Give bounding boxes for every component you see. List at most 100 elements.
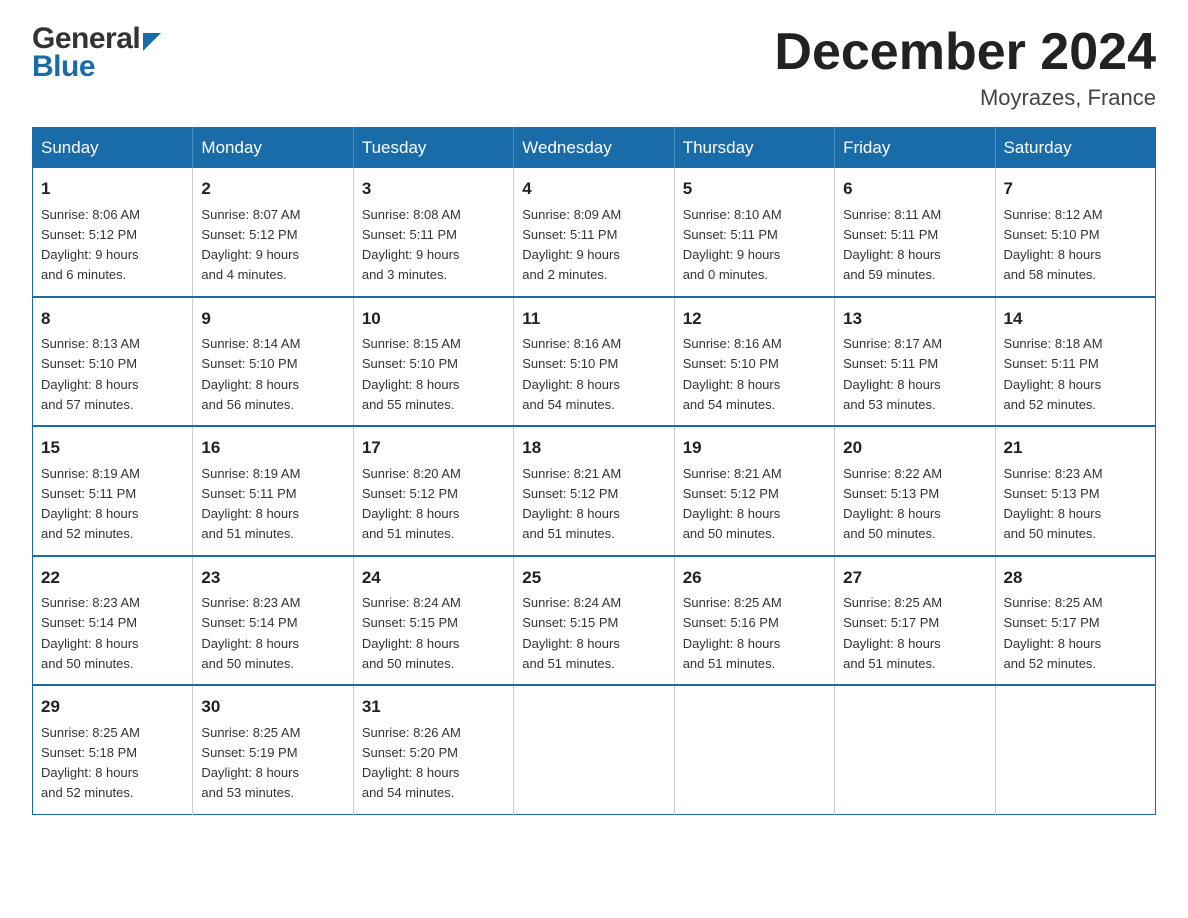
title-section: December 2024 Moyrazes, France [774,24,1156,111]
calendar-cell: 3 Sunrise: 8:08 AMSunset: 5:11 PMDayligh… [353,168,513,297]
day-info: Sunrise: 8:24 AMSunset: 5:15 PMDaylight:… [522,595,621,671]
day-number: 8 [41,306,184,332]
day-number: 28 [1004,565,1147,591]
day-number: 23 [201,565,344,591]
calendar-cell: 28 Sunrise: 8:25 AMSunset: 5:17 PMDaylig… [995,556,1155,686]
calendar-cell: 8 Sunrise: 8:13 AMSunset: 5:10 PMDayligh… [33,297,193,427]
calendar-cell: 1 Sunrise: 8:06 AMSunset: 5:12 PMDayligh… [33,168,193,297]
day-number: 16 [201,435,344,461]
day-info: Sunrise: 8:19 AMSunset: 5:11 PMDaylight:… [201,466,300,542]
day-info: Sunrise: 8:16 AMSunset: 5:10 PMDaylight:… [522,336,621,412]
calendar-cell: 24 Sunrise: 8:24 AMSunset: 5:15 PMDaylig… [353,556,513,686]
day-number: 25 [522,565,665,591]
day-info: Sunrise: 8:16 AMSunset: 5:10 PMDaylight:… [683,336,782,412]
logo-triangle-icon [143,33,161,51]
day-number: 18 [522,435,665,461]
day-number: 31 [362,694,505,720]
calendar-cell: 15 Sunrise: 8:19 AMSunset: 5:11 PMDaylig… [33,426,193,556]
day-number: 19 [683,435,826,461]
location-text: Moyrazes, France [774,85,1156,111]
day-info: Sunrise: 8:23 AMSunset: 5:14 PMDaylight:… [41,595,140,671]
day-info: Sunrise: 8:11 AMSunset: 5:11 PMDaylight:… [843,207,941,283]
logo-blue-text: Blue [32,52,161,82]
day-info: Sunrise: 8:25 AMSunset: 5:16 PMDaylight:… [683,595,782,671]
calendar-cell [835,685,995,814]
header-friday: Friday [835,128,995,169]
month-title: December 2024 [774,24,1156,81]
calendar-week-5: 29 Sunrise: 8:25 AMSunset: 5:18 PMDaylig… [33,685,1156,814]
day-info: Sunrise: 8:14 AMSunset: 5:10 PMDaylight:… [201,336,300,412]
calendar-week-3: 15 Sunrise: 8:19 AMSunset: 5:11 PMDaylig… [33,426,1156,556]
day-info: Sunrise: 8:06 AMSunset: 5:12 PMDaylight:… [41,207,140,283]
day-number: 7 [1004,176,1147,202]
calendar-cell: 23 Sunrise: 8:23 AMSunset: 5:14 PMDaylig… [193,556,353,686]
day-number: 27 [843,565,986,591]
day-info: Sunrise: 8:25 AMSunset: 5:18 PMDaylight:… [41,725,140,801]
calendar-cell: 29 Sunrise: 8:25 AMSunset: 5:18 PMDaylig… [33,685,193,814]
calendar-cell: 9 Sunrise: 8:14 AMSunset: 5:10 PMDayligh… [193,297,353,427]
calendar-cell: 18 Sunrise: 8:21 AMSunset: 5:12 PMDaylig… [514,426,674,556]
day-info: Sunrise: 8:08 AMSunset: 5:11 PMDaylight:… [362,207,461,283]
calendar-cell: 11 Sunrise: 8:16 AMSunset: 5:10 PMDaylig… [514,297,674,427]
day-info: Sunrise: 8:21 AMSunset: 5:12 PMDaylight:… [522,466,621,542]
calendar-cell: 14 Sunrise: 8:18 AMSunset: 5:11 PMDaylig… [995,297,1155,427]
calendar-week-4: 22 Sunrise: 8:23 AMSunset: 5:14 PMDaylig… [33,556,1156,686]
page-header: General Blue December 2024 Moyrazes, Fra… [32,24,1156,111]
calendar-cell: 20 Sunrise: 8:22 AMSunset: 5:13 PMDaylig… [835,426,995,556]
calendar-cell: 27 Sunrise: 8:25 AMSunset: 5:17 PMDaylig… [835,556,995,686]
day-info: Sunrise: 8:19 AMSunset: 5:11 PMDaylight:… [41,466,140,542]
calendar-cell: 12 Sunrise: 8:16 AMSunset: 5:10 PMDaylig… [674,297,834,427]
day-number: 20 [843,435,986,461]
day-info: Sunrise: 8:09 AMSunset: 5:11 PMDaylight:… [522,207,621,283]
calendar-cell: 13 Sunrise: 8:17 AMSunset: 5:11 PMDaylig… [835,297,995,427]
day-info: Sunrise: 8:25 AMSunset: 5:17 PMDaylight:… [843,595,942,671]
calendar-cell: 21 Sunrise: 8:23 AMSunset: 5:13 PMDaylig… [995,426,1155,556]
day-number: 10 [362,306,505,332]
calendar-cell: 22 Sunrise: 8:23 AMSunset: 5:14 PMDaylig… [33,556,193,686]
day-number: 6 [843,176,986,202]
day-number: 14 [1004,306,1147,332]
day-info: Sunrise: 8:07 AMSunset: 5:12 PMDaylight:… [201,207,300,283]
day-info: Sunrise: 8:13 AMSunset: 5:10 PMDaylight:… [41,336,140,412]
header-sunday: Sunday [33,128,193,169]
weekday-header-row: Sunday Monday Tuesday Wednesday Thursday… [33,128,1156,169]
calendar-cell [674,685,834,814]
calendar-cell: 2 Sunrise: 8:07 AMSunset: 5:12 PMDayligh… [193,168,353,297]
calendar-cell: 16 Sunrise: 8:19 AMSunset: 5:11 PMDaylig… [193,426,353,556]
day-number: 12 [683,306,826,332]
calendar-cell [514,685,674,814]
calendar-cell: 30 Sunrise: 8:25 AMSunset: 5:19 PMDaylig… [193,685,353,814]
day-info: Sunrise: 8:26 AMSunset: 5:20 PMDaylight:… [362,725,461,801]
day-number: 17 [362,435,505,461]
day-number: 2 [201,176,344,202]
day-number: 9 [201,306,344,332]
day-info: Sunrise: 8:15 AMSunset: 5:10 PMDaylight:… [362,336,461,412]
calendar-week-2: 8 Sunrise: 8:13 AMSunset: 5:10 PMDayligh… [33,297,1156,427]
day-number: 24 [362,565,505,591]
calendar-cell [995,685,1155,814]
logo: General Blue [32,24,161,82]
header-saturday: Saturday [995,128,1155,169]
day-number: 5 [683,176,826,202]
calendar-cell: 10 Sunrise: 8:15 AMSunset: 5:10 PMDaylig… [353,297,513,427]
day-number: 3 [362,176,505,202]
header-thursday: Thursday [674,128,834,169]
day-info: Sunrise: 8:23 AMSunset: 5:14 PMDaylight:… [201,595,300,671]
day-number: 30 [201,694,344,720]
day-info: Sunrise: 8:25 AMSunset: 5:17 PMDaylight:… [1004,595,1103,671]
day-number: 22 [41,565,184,591]
day-info: Sunrise: 8:20 AMSunset: 5:12 PMDaylight:… [362,466,461,542]
day-info: Sunrise: 8:17 AMSunset: 5:11 PMDaylight:… [843,336,942,412]
calendar-cell: 19 Sunrise: 8:21 AMSunset: 5:12 PMDaylig… [674,426,834,556]
calendar-cell: 5 Sunrise: 8:10 AMSunset: 5:11 PMDayligh… [674,168,834,297]
day-number: 4 [522,176,665,202]
day-number: 11 [522,306,665,332]
day-number: 1 [41,176,184,202]
calendar-cell: 26 Sunrise: 8:25 AMSunset: 5:16 PMDaylig… [674,556,834,686]
day-number: 26 [683,565,826,591]
header-tuesday: Tuesday [353,128,513,169]
day-number: 21 [1004,435,1147,461]
day-info: Sunrise: 8:18 AMSunset: 5:11 PMDaylight:… [1004,336,1103,412]
day-info: Sunrise: 8:25 AMSunset: 5:19 PMDaylight:… [201,725,300,801]
calendar-week-1: 1 Sunrise: 8:06 AMSunset: 5:12 PMDayligh… [33,168,1156,297]
